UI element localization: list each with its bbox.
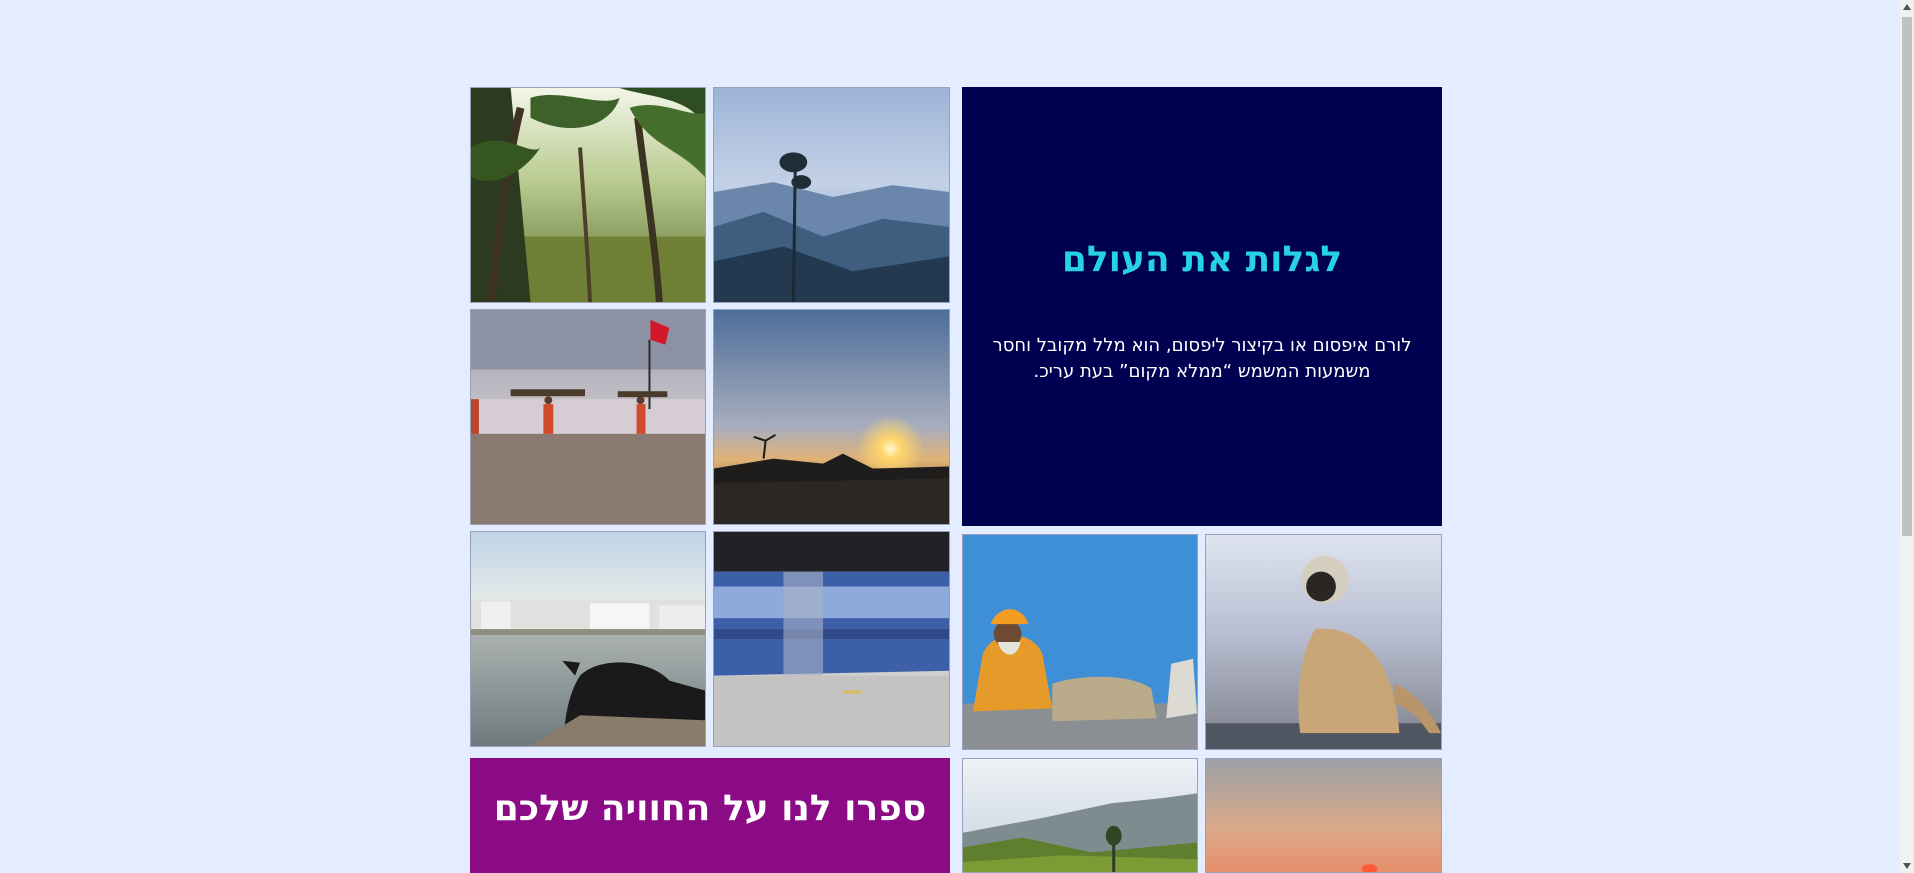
photo-blue-train <box>713 531 950 747</box>
photo-palm-forest <box>470 87 706 303</box>
photo-tea-hills <box>962 758 1198 873</box>
hero-title: לגלות את העולם <box>1061 239 1343 280</box>
photo-sadhu-blue-wall <box>962 534 1198 750</box>
scroll-up-arrow-icon[interactable] <box>1900 0 1914 14</box>
photo-hazy-sunset <box>1205 758 1442 873</box>
photo-misty-mountains <box>713 87 950 303</box>
photo-langur-monkey <box>1205 534 1442 750</box>
share-experience-title: ספרו לנו על החוויה שלכם <box>493 788 927 829</box>
share-experience-panel[interactable]: ספרו לנו על החוויה שלכם <box>470 758 950 873</box>
photo-lake-town-cow <box>470 531 706 747</box>
photo-sunset-tidal-flat <box>713 309 950 525</box>
scrollbar-thumb[interactable] <box>1902 17 1912 536</box>
hero-panel: לגלות את העולם לורם איפסום או בקיצור ליפ… <box>962 87 1442 526</box>
photo-beach-carriers <box>470 309 706 525</box>
hero-description: לורם איפסום או בקיצור ליפסום, הוא מלל מק… <box>992 335 1412 382</box>
scroll-down-arrow-icon[interactable] <box>1900 859 1914 873</box>
vertical-scrollbar[interactable] <box>1900 0 1914 873</box>
